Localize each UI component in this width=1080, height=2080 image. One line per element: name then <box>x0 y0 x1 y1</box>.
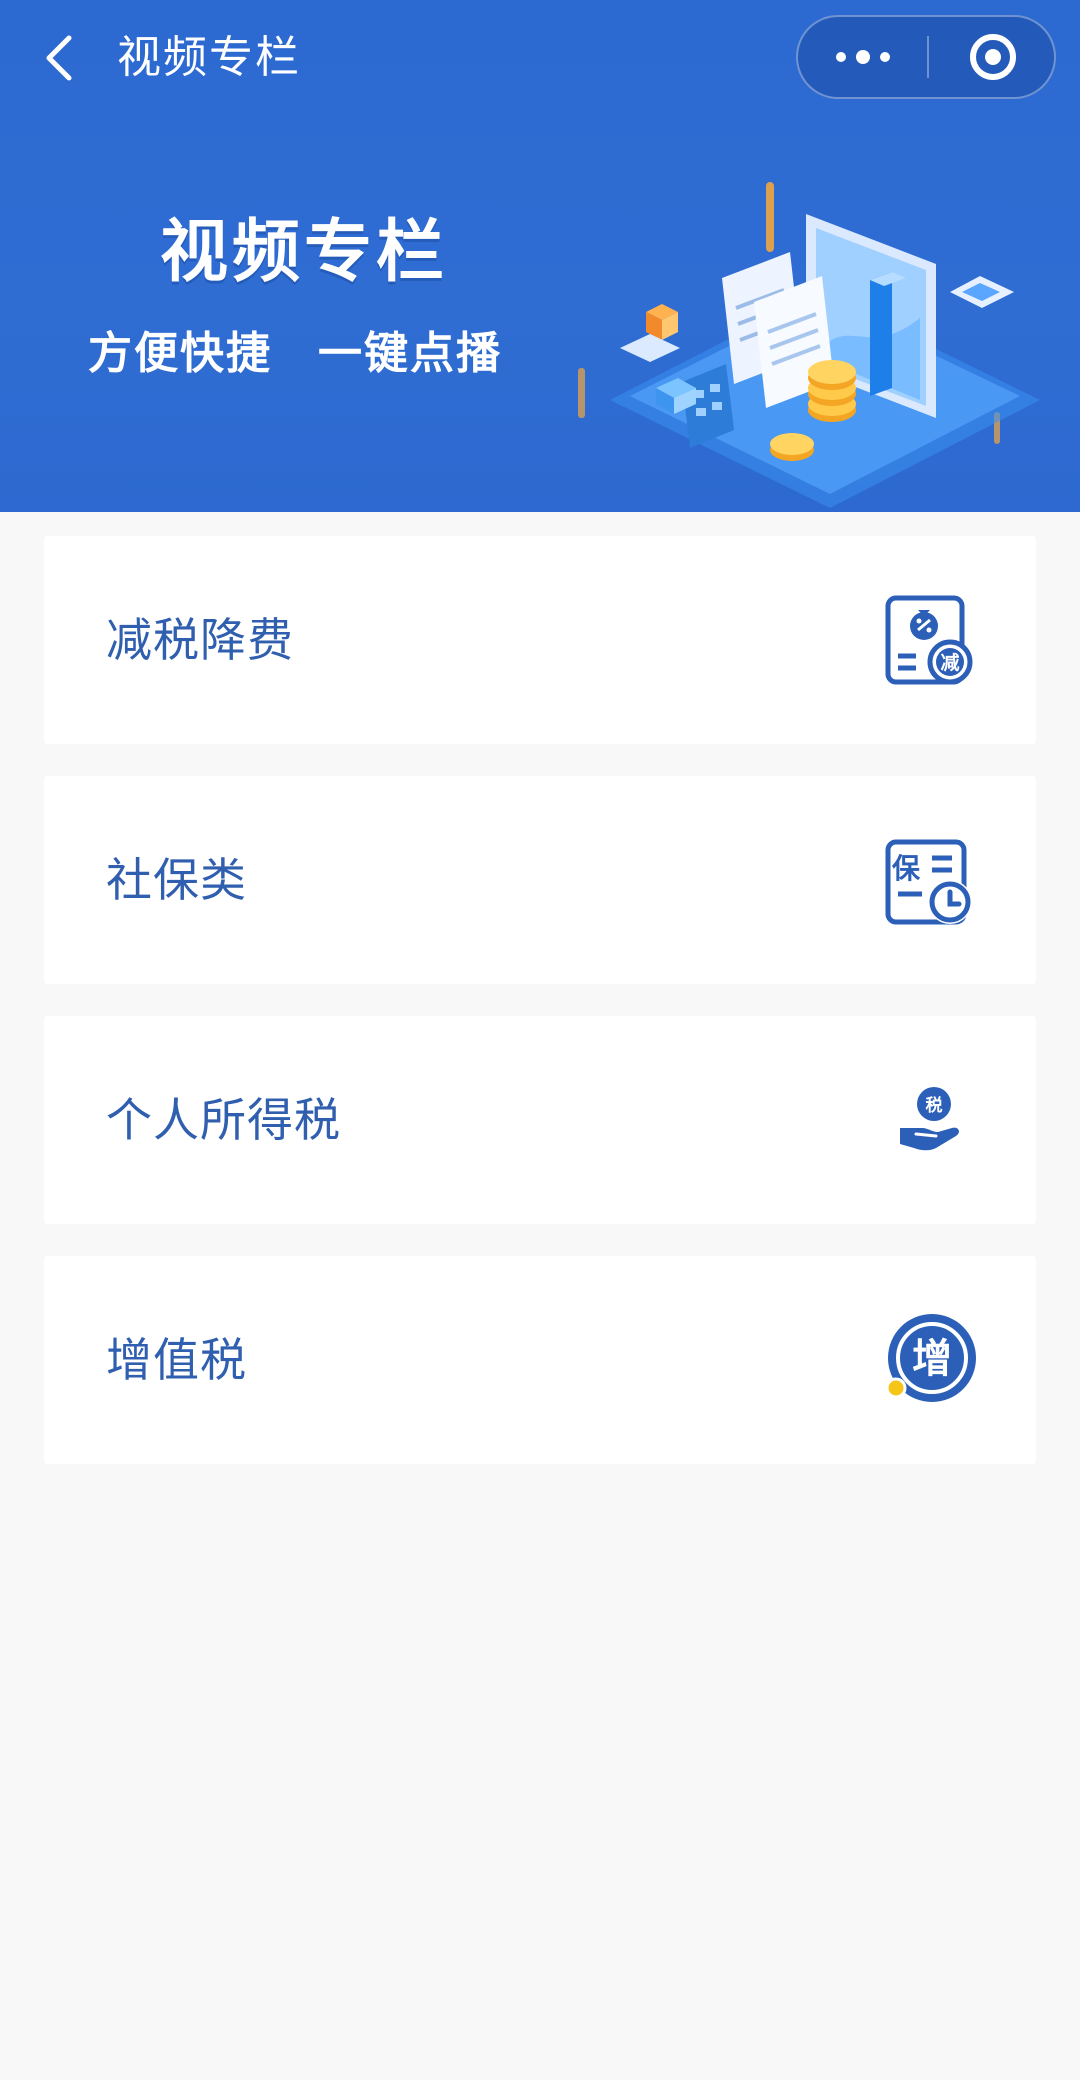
banner-subtitle-left: 方便快捷 <box>88 328 272 379</box>
more-button[interactable] <box>798 17 927 97</box>
icon-glyph: 税 <box>926 1095 943 1116</box>
icon-glyph: 减 <box>940 651 959 674</box>
banner-subtitle-right: 一键点播 <box>318 328 502 379</box>
icon-glyph: 增 <box>912 1336 952 1382</box>
banner-title: 视频专栏 <box>160 212 449 292</box>
close-button[interactable] <box>929 17 1056 97</box>
category-card-personal-income-tax[interactable]: 个人所得税 税 <box>44 1016 1036 1224</box>
floating-panel <box>620 334 680 362</box>
hero-banner: 视频专栏 视频专栏 方便快捷 一键点播 <box>0 0 1080 512</box>
icon-glyph: 保 <box>892 852 921 885</box>
chevron-left-icon <box>46 35 72 81</box>
category-label: 社保类 <box>106 853 247 907</box>
category-label: 个人所得税 <box>106 1093 341 1147</box>
bar-column <box>870 272 892 396</box>
social-security-clock-icon: 保 <box>885 839 972 925</box>
more-dots-icon <box>835 50 890 64</box>
video-column-page: 视频专栏 视频专栏 方便快捷 一键点播 减税降费 减 社保类 保 个人所得税 税… <box>0 0 1080 2080</box>
hand-tax-icon: 税 <box>900 1087 959 1151</box>
navbar: 视频专栏 <box>0 0 1080 116</box>
tax-reduction-document-icon: 减 <box>885 595 973 685</box>
light-beam <box>578 368 585 418</box>
category-label: 增值税 <box>106 1333 247 1387</box>
vat-circle-icon: 增 <box>885 1314 976 1402</box>
target-circle-icon <box>969 34 1016 80</box>
light-beam <box>766 182 774 252</box>
isometric-dashboard-illustration <box>578 182 1040 508</box>
back-button[interactable] <box>30 22 86 94</box>
category-card-tax-reduction[interactable]: 减税降费 减 <box>44 536 1036 744</box>
category-label: 减税降费 <box>106 613 294 667</box>
category-card-social-security[interactable]: 社保类 保 <box>44 776 1036 984</box>
nav-title: 视频专栏 <box>117 32 301 83</box>
banner-subtitle: 方便快捷 一键点播 <box>88 326 502 382</box>
mini-program-capsule <box>796 15 1056 99</box>
category-card-vat[interactable]: 增值税 增 <box>44 1256 1036 1464</box>
